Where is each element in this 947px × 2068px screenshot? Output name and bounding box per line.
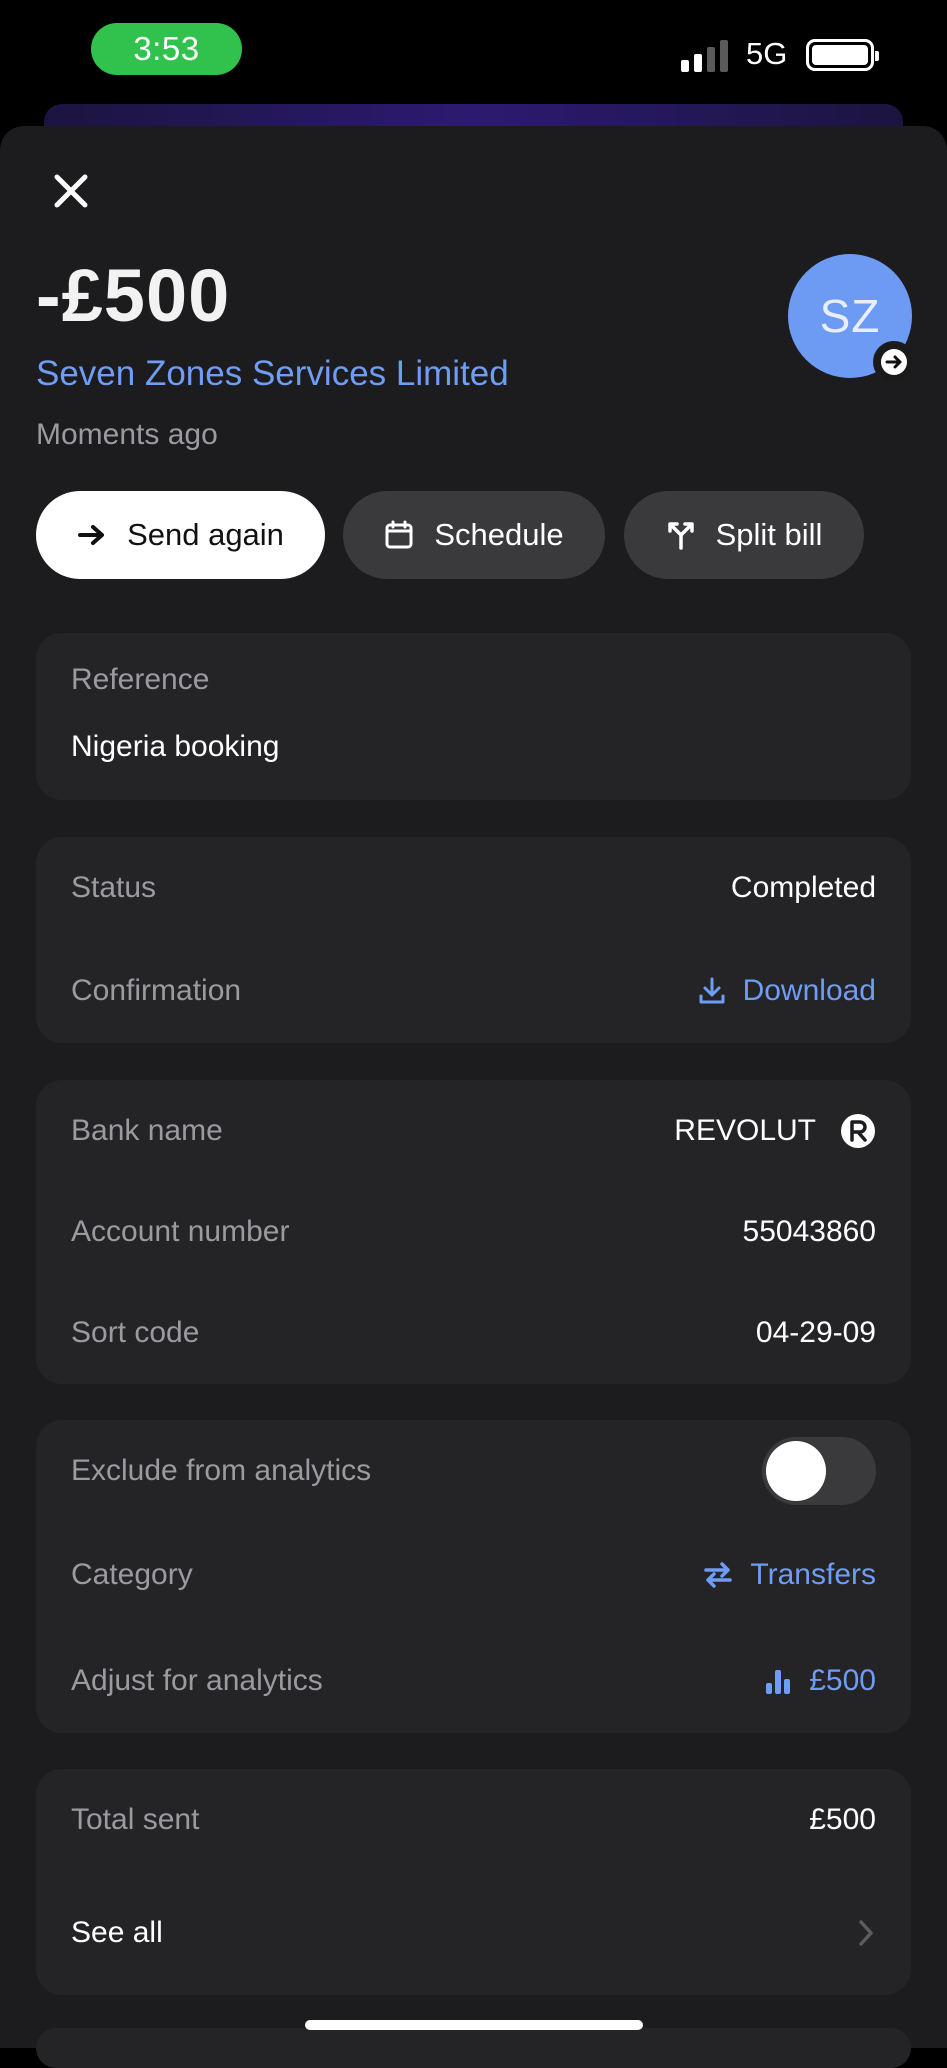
bar-chart-icon bbox=[766, 1670, 791, 1694]
account-number-value: 55043860 bbox=[742, 1215, 876, 1248]
close-icon bbox=[54, 174, 88, 208]
transfer-arrows-icon bbox=[704, 1562, 733, 1588]
next-card-peek bbox=[36, 2028, 911, 2068]
confirmation-row: Confirmation Download bbox=[71, 961, 876, 1021]
total-sent-row: Total sent £500 bbox=[71, 1790, 876, 1850]
download-label: Download bbox=[742, 974, 876, 1007]
status-bar: 3:53 5G bbox=[0, 0, 947, 110]
sort-code-label: Sort code bbox=[71, 1316, 200, 1349]
status-label: Status bbox=[71, 871, 157, 904]
network-label: 5G bbox=[746, 36, 788, 71]
account-number-label: Account number bbox=[71, 1215, 290, 1248]
avatar-initials: SZ bbox=[819, 290, 881, 342]
download-icon bbox=[699, 977, 725, 1004]
download-button[interactable]: Download bbox=[697, 974, 876, 1008]
adjust-analytics-label: Adjust for analytics bbox=[71, 1664, 323, 1697]
reference-card[interactable]: Reference Nigeria booking bbox=[36, 633, 911, 800]
exclude-analytics-label: Exclude from analytics bbox=[71, 1454, 372, 1487]
transaction-amount: -£500 bbox=[36, 254, 231, 337]
sort-code-value: 04-29-09 bbox=[755, 1316, 876, 1349]
category-row[interactable]: Category Transfers bbox=[71, 1545, 876, 1605]
status-value: Completed bbox=[730, 871, 876, 904]
cellular-signal-icon bbox=[681, 36, 731, 72]
split-icon bbox=[666, 520, 696, 550]
see-all-label: See all bbox=[71, 1916, 163, 1949]
revolut-logo-icon bbox=[841, 1114, 875, 1148]
confirmation-label: Confirmation bbox=[71, 974, 242, 1007]
bank-name-value: REVOLUT bbox=[674, 1114, 816, 1147]
send-again-label: Send again bbox=[127, 517, 284, 552]
see-all-row[interactable]: See all bbox=[71, 1903, 876, 1963]
category-value[interactable]: Transfers bbox=[702, 1558, 876, 1592]
status-time: 3:53 bbox=[91, 23, 242, 75]
arrow-right-icon bbox=[77, 523, 107, 547]
close-button[interactable] bbox=[50, 170, 92, 212]
analytics-card: Exclude from analytics Category Transfer… bbox=[36, 1420, 911, 1733]
total-sent-label: Total sent bbox=[71, 1803, 200, 1836]
schedule-button[interactable]: Schedule bbox=[343, 491, 605, 579]
transaction-time: Moments ago bbox=[36, 418, 218, 451]
home-indicator[interactable] bbox=[305, 2020, 643, 2030]
exclude-analytics-row: Exclude from analytics bbox=[71, 1437, 876, 1505]
category-label: Category bbox=[71, 1558, 193, 1591]
bank-name-label: Bank name bbox=[71, 1114, 223, 1147]
adjust-analytics-row[interactable]: Adjust for analytics £500 bbox=[71, 1651, 876, 1711]
reference-label: Reference bbox=[71, 663, 210, 696]
account-number-row[interactable]: Account number 55043860 bbox=[71, 1202, 876, 1262]
bank-details-card: Bank name REVOLUT Account number 5504386… bbox=[36, 1080, 911, 1384]
bank-name-value-wrap: REVOLUT bbox=[674, 1113, 876, 1149]
merchant-name-link[interactable]: Seven Zones Services Limited bbox=[36, 354, 509, 394]
split-bill-label: Split bill bbox=[715, 517, 823, 552]
send-again-button[interactable]: Send again bbox=[36, 491, 325, 579]
totals-card: Total sent £500 See all bbox=[36, 1769, 911, 1995]
chevron-right-icon bbox=[859, 1920, 873, 1946]
category-value-label: Transfers bbox=[750, 1558, 876, 1591]
status-card: Status Completed Confirmation Download bbox=[36, 837, 911, 1043]
bank-name-row: Bank name REVOLUT bbox=[71, 1101, 876, 1161]
reference-value: Nigeria booking bbox=[71, 730, 280, 763]
adjust-analytics-amount: £500 bbox=[809, 1664, 876, 1697]
sort-code-row[interactable]: Sort code 04-29-09 bbox=[71, 1303, 876, 1363]
exclude-analytics-toggle[interactable] bbox=[762, 1437, 876, 1505]
total-sent-value: £500 bbox=[809, 1803, 876, 1836]
battery-icon bbox=[806, 39, 879, 71]
adjust-analytics-value[interactable]: £500 bbox=[763, 1664, 876, 1698]
arrow-right-circle-icon bbox=[873, 341, 915, 383]
schedule-label: Schedule bbox=[434, 517, 564, 552]
status-row: Status Completed bbox=[71, 858, 876, 918]
split-bill-button[interactable]: Split bill bbox=[624, 491, 864, 579]
calendar-icon bbox=[384, 520, 414, 550]
